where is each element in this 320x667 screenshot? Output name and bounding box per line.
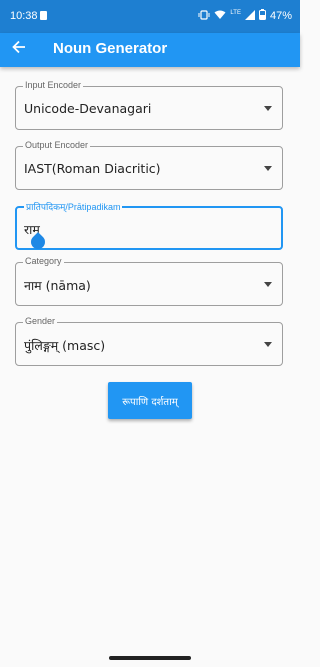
chevron-down-icon bbox=[264, 342, 272, 347]
system-nav-bar bbox=[0, 637, 300, 667]
lte-label: LTE bbox=[230, 10, 241, 16]
sim-card-icon bbox=[40, 11, 47, 20]
pratipadikam-input[interactable]: प्रातिपदिकम्/Prātipadikam राम bbox=[15, 200, 283, 250]
home-gesture-pill[interactable] bbox=[109, 656, 191, 660]
signal-icon bbox=[244, 9, 255, 23]
status-time: 10:38 bbox=[10, 10, 38, 22]
page-title: Noun Generator bbox=[53, 40, 168, 57]
battery-percent: 47% bbox=[269, 10, 292, 22]
output-encoder-dropdown[interactable]: Output Encoder IAST(Roman Diacritic) bbox=[15, 140, 283, 190]
input-encoder-label: Input Encoder bbox=[23, 80, 84, 90]
wifi-icon bbox=[214, 10, 226, 23]
category-value: नाम (nāma) bbox=[24, 278, 91, 293]
category-dropdown[interactable]: Category नाम (nāma) bbox=[15, 256, 283, 306]
show-forms-button[interactable]: रूपाणि दर्शताम् bbox=[108, 382, 192, 419]
pratipadikam-label: प्रातिपदिकम्/Prātipadikam bbox=[24, 200, 123, 213]
vibrate-icon bbox=[198, 9, 210, 23]
gender-label: Gender bbox=[23, 316, 58, 326]
input-encoder-value: Unicode-Devanagari bbox=[24, 101, 152, 116]
chevron-down-icon bbox=[264, 282, 272, 287]
battery-icon bbox=[258, 9, 266, 23]
output-encoder-label: Output Encoder bbox=[23, 140, 91, 150]
status-icons: LTE 47% bbox=[198, 9, 292, 23]
output-encoder-value: IAST(Roman Diacritic) bbox=[24, 161, 161, 176]
chevron-down-icon bbox=[264, 106, 272, 111]
app-bar: Noun Generator bbox=[0, 33, 300, 67]
input-encoder-dropdown[interactable]: Input Encoder Unicode-Devanagari bbox=[15, 80, 283, 130]
category-label: Category bbox=[23, 256, 64, 266]
chevron-down-icon bbox=[264, 166, 272, 171]
arrow-left-icon[interactable] bbox=[12, 38, 26, 60]
status-bar: 10:38 LTE 47% bbox=[0, 0, 300, 33]
gender-value: पुंलिङ्गम् (masc) bbox=[24, 338, 106, 353]
gender-dropdown[interactable]: Gender पुंलिङ्गम् (masc) bbox=[15, 316, 283, 366]
